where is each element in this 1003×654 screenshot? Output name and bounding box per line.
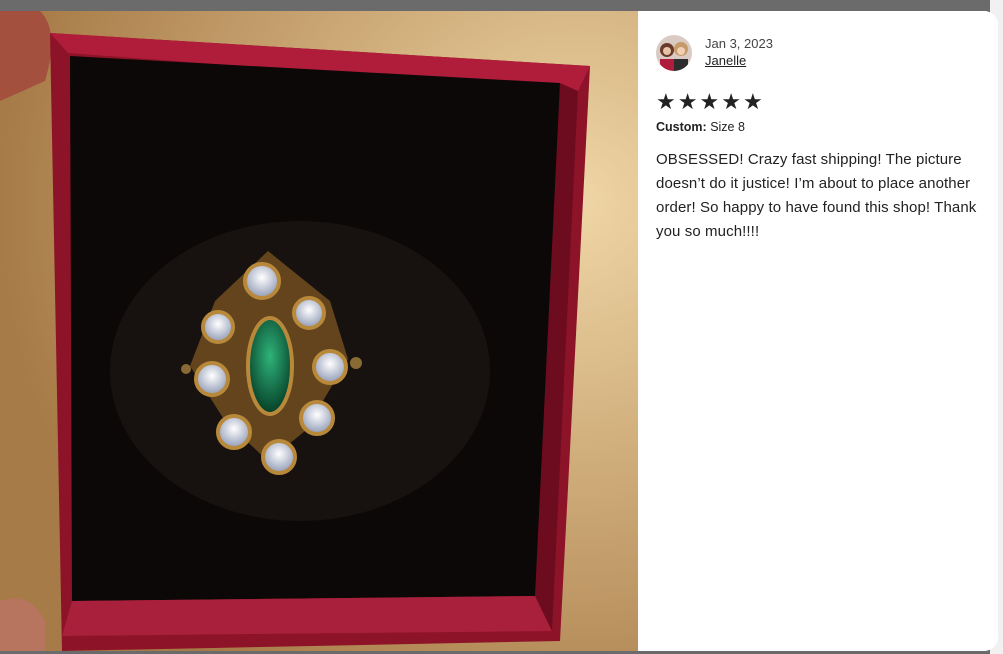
review-panel: Jan 3, 2023 Janelle ★ ★ ★ ★ ★ Custom: Si…	[638, 11, 998, 651]
avatar[interactable]	[656, 35, 692, 71]
custom-option-label: Custom:	[656, 120, 707, 134]
star-icon: ★	[699, 89, 720, 114]
custom-option-value: Size 8	[710, 120, 745, 134]
star-icon: ★	[656, 89, 676, 114]
review-photo-modal: Jan 3, 2023 Janelle ★ ★ ★ ★ ★ Custom: Si…	[0, 11, 998, 651]
star-icon: ★	[721, 89, 741, 114]
star-icon: ★	[742, 89, 763, 114]
star-icon: ★	[677, 89, 698, 114]
star-rating: ★ ★ ★ ★ ★	[656, 91, 980, 113]
custom-option: Custom: Size 8	[656, 120, 980, 134]
avatar-photo-icon	[656, 35, 692, 71]
review-photo[interactable]	[0, 11, 638, 651]
review-date: Jan 3, 2023	[705, 36, 773, 51]
reviewer-name-link[interactable]: Janelle	[705, 52, 773, 70]
reviewer-header: Jan 3, 2023 Janelle	[656, 35, 980, 71]
emerald-stone	[246, 316, 294, 416]
ring-box-photo	[0, 11, 638, 651]
review-text: OBSESSED! Crazy fast shipping! The pictu…	[656, 151, 977, 240]
